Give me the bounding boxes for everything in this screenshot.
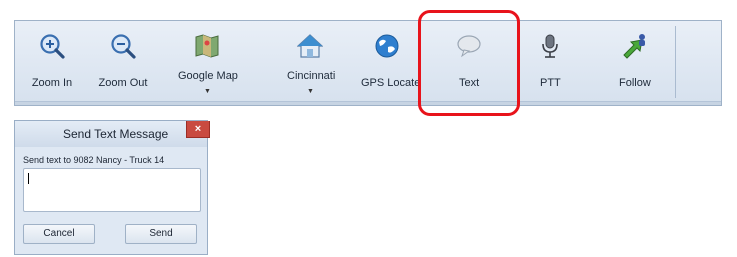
dialog-titlebar[interactable]: Send Text Message (15, 121, 207, 147)
globe-icon (375, 34, 399, 58)
gps-locate-button[interactable]: GPS Locate (359, 21, 420, 101)
zoom-out-button[interactable]: Zoom Out (95, 21, 151, 101)
gps-locate-label: GPS Locate (361, 77, 421, 89)
cincinnati-dropdown[interactable]: Cincinnati ▼ (275, 21, 345, 101)
cancel-button[interactable]: Cancel (23, 224, 95, 244)
follow-icon (623, 34, 645, 59)
send-text-dialog: Send Text Message × Send text to 9082 Na… (14, 120, 210, 255)
toolbar-separator (675, 26, 676, 98)
dialog-title: Send Text Message (63, 127, 169, 141)
send-button[interactable]: Send (125, 224, 197, 244)
cincinnati-label: Cincinnati (287, 70, 336, 82)
google-map-dropdown[interactable]: Google Map ▼ (175, 21, 239, 101)
zoom-out-label: Zoom Out (98, 77, 148, 89)
home-icon (297, 34, 323, 58)
zoom-in-button[interactable]: Zoom In (29, 21, 75, 101)
zoom-out-icon (111, 34, 136, 59)
zoom-in-icon (40, 34, 65, 59)
chevron-down-icon: ▼ (307, 88, 314, 95)
message-input[interactable] (23, 168, 201, 212)
google-map-label: Google Map (178, 70, 238, 82)
map-icon (195, 34, 219, 58)
follow-label: Follow (619, 77, 651, 89)
send-to-label: Send text to 9082 Nancy - Truck 14 (23, 155, 165, 165)
text-button-highlight (418, 10, 520, 116)
ribbon-footer (15, 101, 721, 105)
follow-button[interactable]: Follow (615, 21, 655, 101)
zoom-in-label: Zoom In (31, 77, 73, 89)
chevron-down-icon: ▼ (204, 88, 211, 95)
ptt-label: PTT (540, 77, 561, 89)
ptt-button[interactable]: PTT (535, 21, 565, 101)
ribbon-toolbar: Zoom In Zoom Out Google Map ▼ Cincinnati… (14, 20, 722, 106)
close-button[interactable]: × (186, 121, 210, 138)
text-cursor (28, 173, 29, 184)
microphone-icon (542, 34, 558, 58)
